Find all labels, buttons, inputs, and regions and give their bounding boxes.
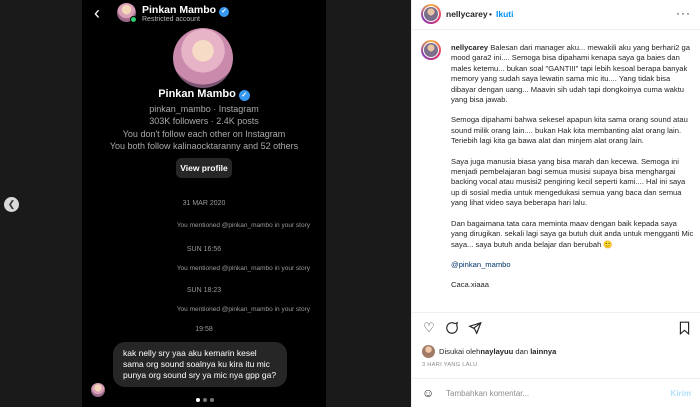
follow-button[interactable]: Ikuti [496, 9, 513, 19]
post-author-username[interactable]: nellycarey [446, 9, 488, 19]
profile-follow-info: You don't follow each other on Instagram [122, 129, 286, 139]
caption-paragraph: Semoga dipahami bahwa sekesel apapun kit… [451, 115, 688, 146]
dm-screenshot: ‹ Pinkan Mambo ✓ Restricted account Pinka… [82, 0, 326, 407]
dm-story-mention: You mentioned @pinkan_mambo in your stor… [176, 306, 310, 313]
carousel-dot [210, 398, 214, 402]
likes-user-link[interactable]: naylayuu [480, 347, 513, 356]
profile-name: Pinkan Mambo ✓ [82, 88, 326, 101]
carousel-dot [196, 398, 200, 402]
comment-bar: ☺ Kirim [412, 378, 700, 407]
verified-badge-icon: ✓ [219, 7, 230, 17]
dm-contact-status: Restricted account [142, 16, 200, 23]
dm-contact-name-text: Pinkan Mambo [142, 4, 217, 16]
dm-story-mention: You mentioned @pinkan_mambo in your stor… [176, 222, 310, 229]
post-panel: nellycarey • Ikuti ··· nellycarey Balesa… [411, 0, 700, 407]
avatar [423, 6, 439, 22]
separator-dot: • [489, 9, 492, 19]
carousel-dot [203, 398, 207, 402]
caption-username[interactable]: nellycarey [451, 43, 488, 52]
profile-mutual-info: You both follow kalinaocktaranny and 52 … [109, 141, 299, 151]
caption-paragraph: Dan bagaimana tata cara meminta maav den… [451, 218, 694, 249]
avatar [91, 383, 105, 397]
dm-date-label: SUN 16:56 [186, 246, 222, 253]
caption-area[interactable]: nellycarey Balesan dari manager aku... m… [412, 31, 700, 312]
caption-author-avatar[interactable] [421, 40, 441, 60]
profile-avatar [173, 28, 233, 88]
dm-header: ‹ Pinkan Mambo ✓ Restricted account [82, 0, 326, 28]
heart-icon[interactable]: ♡ [422, 321, 436, 335]
send-comment-button[interactable]: Kirim [671, 389, 691, 398]
back-arrow-icon: ‹ [94, 3, 100, 23]
online-indicator [130, 16, 137, 23]
post-author-avatar[interactable] [421, 4, 441, 24]
share-icon-svg [468, 321, 482, 335]
share-icon[interactable] [468, 321, 482, 335]
dm-date-label: 19:58 [195, 326, 213, 333]
post-actions: ♡ [412, 312, 700, 342]
avatar [423, 42, 439, 58]
verified-badge-icon: ✓ [238, 90, 250, 101]
dm-date-label: 31 MAR 2020 [182, 200, 226, 207]
profile-handle: pinkan_mambo · Instagram [149, 104, 259, 114]
comment-icon-svg [446, 321, 459, 334]
post-media-area: ‹ Pinkan Mambo ✓ Restricted account Pinka… [0, 0, 411, 407]
post-header: nellycarey • Ikuti ··· [412, 0, 700, 30]
bookmark-icon-svg [679, 321, 689, 336]
dm-story-mention: You mentioned @pinkan_mambo in your stor… [176, 265, 310, 272]
avatar [422, 344, 435, 358]
dm-date-label: SUN 18:23 [186, 287, 222, 294]
bookmark-icon[interactable] [677, 321, 691, 336]
likes-summary: Disukai oleh naylayuu dan lainnya [422, 344, 556, 358]
profile-stats: 303K followers · 2.4K posts [149, 116, 259, 126]
caption-paragraph: @pinkan_mambo [451, 260, 695, 270]
caption-paragraph: Saya juga manusia biasa yang bisa marah … [451, 156, 686, 208]
caption-paragraph: nellycarey Balesan dari manager aku... m… [451, 43, 695, 105]
carousel-dots [196, 398, 214, 402]
comment-icon[interactable] [445, 321, 459, 335]
profile-name-text: Pinkan Mambo [158, 88, 236, 100]
post-timestamp[interactable]: 3 HARI YANG LALU [422, 362, 478, 368]
caption-text: Balesan dari manager aku... mewakili aku… [451, 43, 690, 105]
caption-mention-link[interactable]: @pinkan_mambo [451, 260, 511, 269]
caption-paragraph: Caca.xiaaa [451, 280, 489, 290]
likes-prefix: Disukai oleh [439, 346, 481, 356]
comment-input[interactable] [446, 386, 646, 401]
more-options-icon[interactable]: ··· [676, 6, 691, 20]
likes-middle: dan [513, 346, 531, 356]
view-profile-button: View profile [176, 158, 232, 178]
emoji-icon[interactable]: ☺ [422, 387, 434, 400]
likes-others-link[interactable]: lainnya [530, 347, 556, 356]
post-caption: nellycarey Balesan dari manager aku... m… [451, 43, 695, 301]
carousel-prev-button[interactable]: ❮ [4, 197, 19, 212]
dm-message-bubble: kak nelly sry yaa aku kemarin kesel sama… [113, 342, 287, 387]
